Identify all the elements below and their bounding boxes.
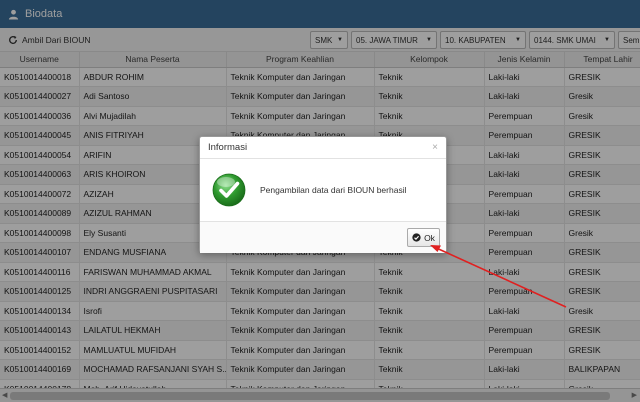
info-dialog: Informasi × Pengambilan data dari BIOUN … xyxy=(199,136,447,253)
dialog-footer: Ok xyxy=(200,221,446,253)
checkmark-icon xyxy=(212,173,246,207)
ok-button-label: Ok xyxy=(424,232,435,243)
dialog-body: Pengambilan data dari BIOUN berhasil xyxy=(200,159,446,221)
dialog-header: Informasi × xyxy=(200,137,446,159)
close-icon[interactable]: × xyxy=(432,142,438,153)
check-circle-icon xyxy=(412,233,421,242)
dialog-title: Informasi xyxy=(208,142,248,153)
ok-button[interactable]: Ok xyxy=(407,228,440,247)
dialog-message: Pengambilan data dari BIOUN berhasil xyxy=(260,185,407,195)
